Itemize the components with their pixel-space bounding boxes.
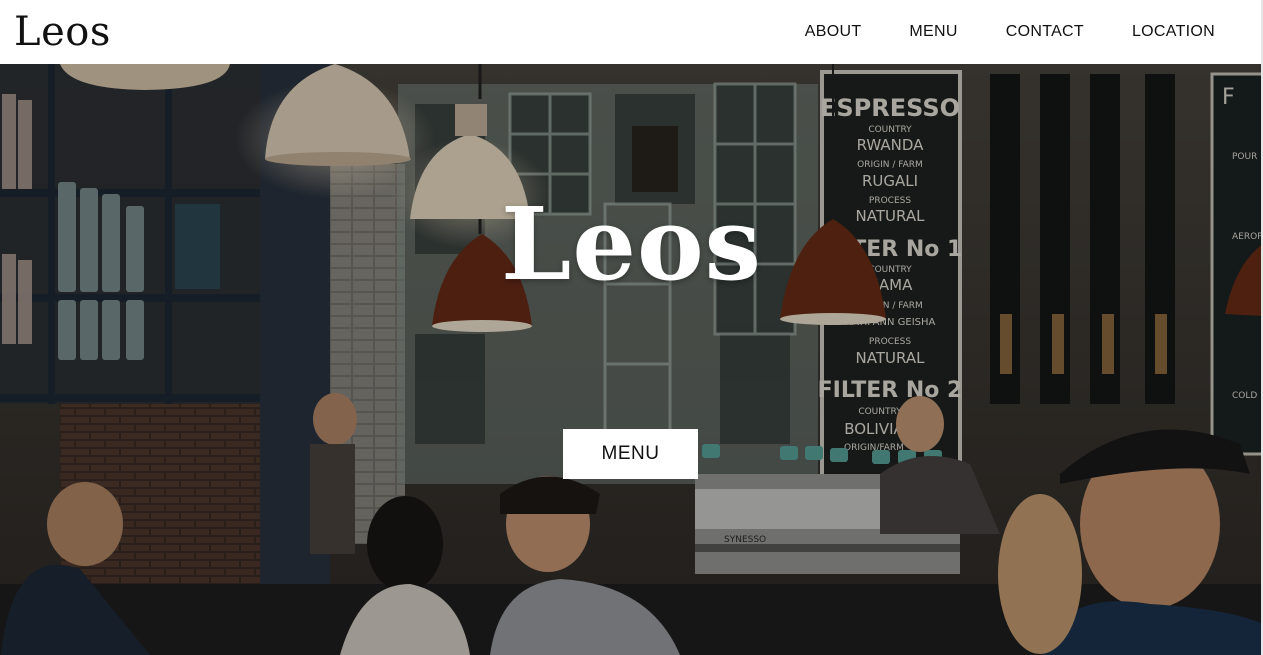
nav-item-menu: MENU bbox=[909, 23, 957, 41]
nav-link-location[interactable]: LOCATION bbox=[1132, 23, 1215, 40]
nav-link-about[interactable]: ABOUT bbox=[805, 23, 862, 40]
nav-link-menu[interactable]: MENU bbox=[909, 23, 957, 40]
top-navbar: Leos ABOUT MENU CONTACT LOCATION bbox=[0, 0, 1263, 64]
nav-links: ABOUT MENU CONTACT LOCATION bbox=[805, 23, 1215, 41]
nav-item-location: LOCATION bbox=[1132, 23, 1215, 41]
hero-title: Leos bbox=[501, 185, 762, 303]
nav-link-contact[interactable]: CONTACT bbox=[1006, 23, 1084, 40]
hero-section: ESPRESSO COUNTRY RWANDA ORIGIN / FARM RU… bbox=[0, 64, 1263, 655]
nav-item-about: ABOUT bbox=[805, 23, 862, 41]
hero-menu-button[interactable]: MENU bbox=[563, 429, 698, 479]
hero-dark-overlay bbox=[0, 64, 1263, 655]
brand-logo-link[interactable]: Leos bbox=[14, 12, 111, 52]
nav-item-contact: CONTACT bbox=[1006, 23, 1084, 41]
